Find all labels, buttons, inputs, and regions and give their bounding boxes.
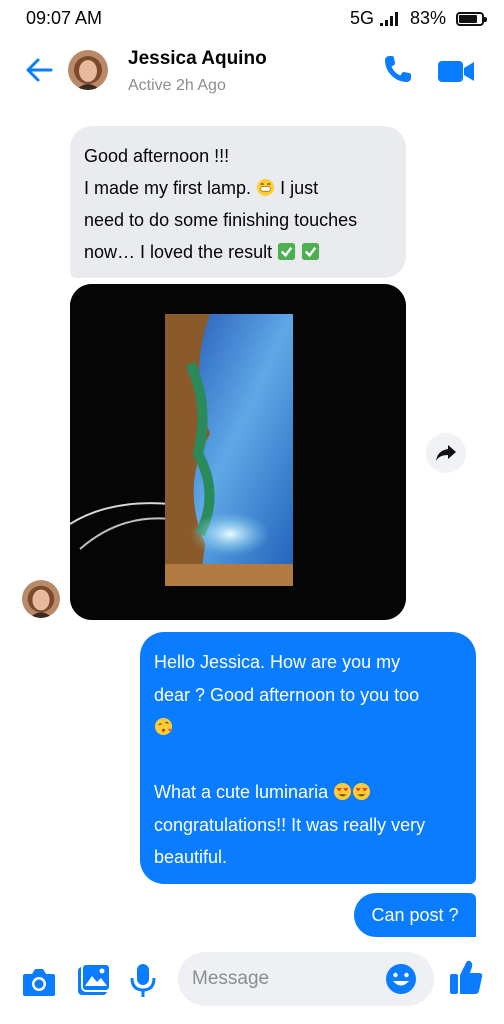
share-arrow-icon: [436, 445, 456, 461]
signal-icon: [379, 11, 398, 26]
grinning-emoji-icon: [257, 178, 275, 197]
share-button[interactable]: [426, 433, 466, 473]
contact-name[interactable]: Jessica Aquino: [128, 48, 267, 70]
heart-eyes-emoji-icon: [353, 782, 371, 801]
message-line: [154, 711, 462, 744]
received-message-bubble[interactable]: Good afternoon !!! I made my first lamp.…: [70, 126, 406, 278]
phone-icon[interactable]: [382, 53, 414, 85]
kissing-face-emoji-icon: [154, 717, 173, 736]
gallery-icon[interactable]: [76, 962, 112, 998]
heart-eyes-emoji-icon: [334, 782, 352, 801]
battery-icon: [456, 11, 487, 26]
message-line: What a cute luminaria: [154, 776, 462, 809]
message-line: dear ? Good afternoon to you too: [154, 684, 420, 705]
message-line: Hello Jessica. How are you my: [154, 652, 401, 672]
message-line: [154, 744, 462, 777]
lamp-photo[interactable]: [70, 284, 406, 620]
contact-status: Active 2h Ago: [128, 77, 226, 94]
battery-percent: 83%: [409, 8, 446, 28]
message-line: need to do some finishing touches: [84, 210, 358, 230]
message-line: I made my first lamp. I just: [84, 178, 319, 198]
avatar[interactable]: [22, 580, 60, 618]
status-indicators: 5G 83%: [349, 8, 487, 29]
message-line: beautiful.: [154, 847, 228, 867]
check-mark-emoji-icon: [278, 242, 296, 261]
thumbs-up-icon[interactable]: [448, 958, 484, 996]
emoji-icon[interactable]: [384, 962, 418, 996]
camera-icon[interactable]: [20, 963, 58, 1001]
avatar[interactable]: [68, 50, 108, 90]
battery-level: [459, 14, 478, 23]
sent-message-bubble[interactable]: Can post ?: [354, 893, 476, 937]
microphone-icon[interactable]: [128, 962, 158, 1000]
sent-message-bubble[interactable]: Hello Jessica. How are you my dear ? Goo…: [140, 632, 476, 884]
check-mark-emoji-icon: [302, 242, 320, 261]
status-time: 09:07 AM: [26, 8, 103, 28]
back-arrow-icon[interactable]: [24, 55, 54, 85]
network-type: 5G: [349, 8, 374, 28]
message-line: Good afternoon !!!: [84, 146, 230, 166]
message-line: congratulations!! It was really very: [154, 814, 426, 835]
video-camera-icon[interactable]: [436, 55, 476, 87]
message-line: now… I loved the result: [84, 236, 392, 268]
